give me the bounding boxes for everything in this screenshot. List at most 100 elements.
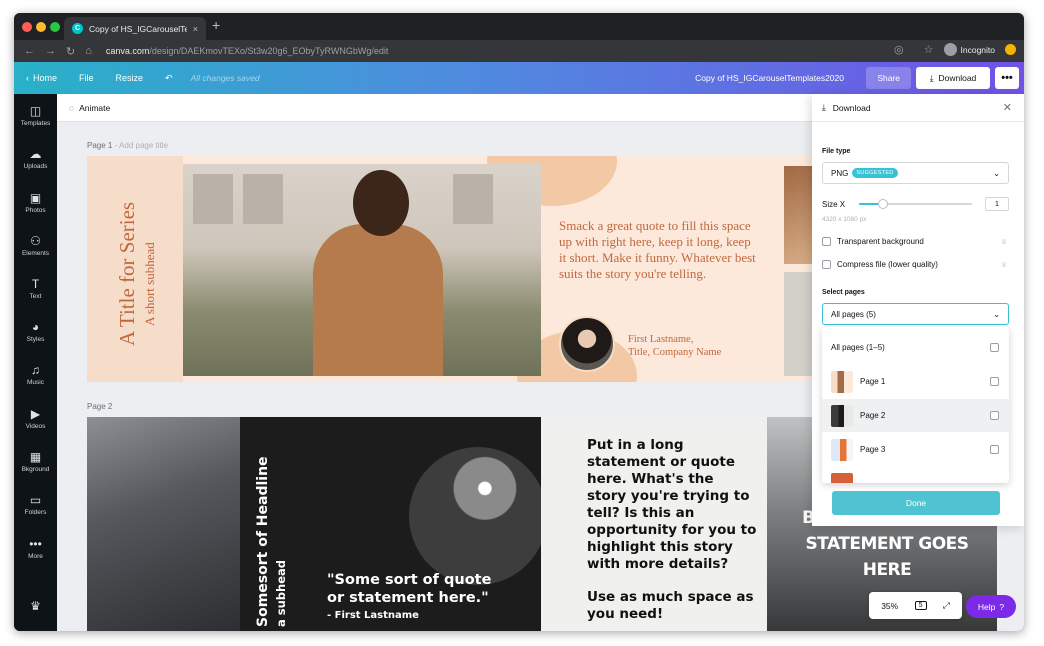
page-2-vertical-title-block[interactable]: Somesort of Headline a subhead xyxy=(255,456,288,627)
sidebar-item-label: Folders xyxy=(24,509,47,516)
add-page-title-input[interactable]: - Add page title xyxy=(115,141,168,150)
undo-icon[interactable]: ↶ xyxy=(165,73,173,84)
close-icon[interactable]: ✕ xyxy=(1003,101,1012,114)
compress-file-option[interactable]: Compress file (lower quality) ♛ xyxy=(822,260,1009,269)
sidebar-item-styles[interactable]: ◕ Styles xyxy=(14,320,57,343)
upload-cloud-icon: ☁ xyxy=(29,147,42,161)
star-icon[interactable]: ☆ xyxy=(924,43,934,56)
compress-file-label: Compress file (lower quality) xyxy=(837,260,938,269)
music-icon: ♫ xyxy=(31,363,40,377)
page-2-circle-photo[interactable] xyxy=(409,447,547,585)
resize-button[interactable]: Resize xyxy=(116,73,144,83)
sidebar-item-label: Music xyxy=(27,379,44,386)
back-arrow-icon[interactable]: ← xyxy=(24,45,35,57)
crown-icon[interactable]: ♛ xyxy=(14,599,57,615)
sidebar-item-label: Bkground xyxy=(21,466,50,473)
templates-icon: ◫ xyxy=(29,104,42,118)
pages-option-all[interactable]: All pages (1–5) xyxy=(822,331,1009,364)
sidebar-item-label: Uploads xyxy=(23,163,48,170)
page-1-quote[interactable]: Smack a great quote to fill this space u… xyxy=(559,218,759,282)
done-button[interactable]: Done xyxy=(832,491,1000,515)
page-grid-icon[interactable]: 5 xyxy=(914,601,927,610)
fullscreen-icon[interactable]: ⤢ xyxy=(943,600,950,611)
page-1-thumbnail xyxy=(831,370,853,393)
sidebar-item-label: Text xyxy=(29,293,42,300)
file-type-label: File type xyxy=(822,148,851,155)
palette-icon: ◕ xyxy=(31,320,40,334)
left-sidebar: ◫ Templates ☁ Uploads ▣ Photos ⚇ Elements TT… xyxy=(14,94,57,631)
option-label: Page 1 xyxy=(860,377,886,386)
document-title[interactable]: Copy of HS_IGCarouselTemplates2020 xyxy=(695,73,844,83)
sidebar-item-elements[interactable]: ⚇ Elements xyxy=(14,234,57,257)
download-button[interactable]: ⤓ Download xyxy=(916,67,990,89)
file-menu-button[interactable]: File xyxy=(79,73,94,83)
reload-icon[interactable]: ↻ xyxy=(66,45,75,58)
new-tab-icon[interactable]: + xyxy=(212,17,220,33)
browser-tab[interactable]: C Copy of HS_IGCarouselTemplat × xyxy=(64,17,206,40)
pages-dropdown-list: All pages (1–5) Page 1 Page 2 Page 3 xyxy=(822,327,1009,483)
download-panel-title: Download xyxy=(832,102,871,113)
page-2-long-statement[interactable]: Put in a long statement or quote here. W… xyxy=(587,437,757,573)
sidebar-item-templates[interactable]: ◫ Templates xyxy=(14,104,57,127)
share-button[interactable]: Share xyxy=(866,67,911,89)
sidebar-item-label: Videos xyxy=(25,423,46,430)
quote-author: - First Lastname xyxy=(327,610,419,621)
sidebar-item-background[interactable]: ▦ Bkground xyxy=(14,450,57,473)
option-checkbox[interactable] xyxy=(990,343,999,352)
pages-option-partial[interactable] xyxy=(822,467,1009,483)
option-label: All pages (1–5) xyxy=(831,343,885,352)
zoom-level[interactable]: 35% xyxy=(881,601,898,611)
home-icon[interactable]: ⌂ xyxy=(85,45,92,57)
big-statement-line: STATEMENT GOES HERE xyxy=(805,534,969,580)
building-window xyxy=(453,174,493,224)
eye-off-icon[interactable]: ◎ xyxy=(894,43,904,56)
sidebar-item-videos[interactable]: ▶ Videos xyxy=(14,407,57,430)
option-checkbox[interactable] xyxy=(990,377,999,386)
extension-icon[interactable] xyxy=(1005,44,1016,55)
more-options-button[interactable]: ••• xyxy=(995,67,1019,89)
building-window xyxy=(243,174,283,224)
forward-arrow-icon[interactable]: → xyxy=(45,45,56,57)
home-button[interactable]: ‹ Home xyxy=(26,73,57,83)
page-1-attribution[interactable]: First Lastname, Title, Company Name xyxy=(628,333,721,359)
tab-close-icon[interactable]: × xyxy=(193,24,198,34)
page-1-avatar[interactable] xyxy=(559,316,615,372)
pages-option-page-1[interactable]: Page 1 xyxy=(822,365,1009,398)
download-icon: ⤓ xyxy=(822,102,826,112)
page-1-title-block[interactable]: A Title for Series A short subhead xyxy=(115,156,158,346)
page-2-quote[interactable]: "Some sort of quote or statement here." … xyxy=(327,571,491,625)
compress-file-checkbox[interactable] xyxy=(822,260,831,269)
pages-option-page-2[interactable]: Page 2 xyxy=(822,399,1009,432)
window-maximize-button[interactable] xyxy=(50,22,60,32)
page-2-vertical-subhead: a subhead xyxy=(274,559,288,627)
sidebar-item-folders[interactable]: ▭ Folders xyxy=(14,493,57,516)
address-bar-actions: ◎ ☆ Incognito xyxy=(884,43,1016,56)
sidebar-item-music[interactable]: ♫ Music xyxy=(14,363,57,386)
transparent-background-option[interactable]: Transparent background ♛ xyxy=(822,237,1009,246)
window-minimize-button[interactable] xyxy=(36,22,46,32)
transparent-background-checkbox[interactable] xyxy=(822,237,831,246)
option-checkbox[interactable] xyxy=(990,445,999,454)
select-pages-dropdown[interactable]: All pages (5) ⌄ xyxy=(822,303,1009,325)
window-close-button[interactable] xyxy=(22,22,32,32)
design-page-1[interactable]: A Title for Series A short subhead Smack… xyxy=(87,156,827,382)
sidebar-item-uploads[interactable]: ☁ Uploads xyxy=(14,147,57,170)
quote-line: "Some sort of quote xyxy=(327,572,492,588)
sidebar-item-more[interactable]: ••• More xyxy=(14,537,57,560)
size-input[interactable]: 1 xyxy=(985,197,1009,211)
page-2-secondary-statement[interactable]: Use as much space as you need! xyxy=(587,589,757,623)
animate-button[interactable]: Animate xyxy=(79,103,110,113)
person-figure xyxy=(313,224,443,376)
page-2-motorcycle-photo[interactable] xyxy=(87,417,240,631)
editor-top-bar: ‹ Home File Resize ↶ All changes saved Co… xyxy=(14,62,1024,94)
sidebar-item-text[interactable]: T Text xyxy=(14,277,57,300)
pages-option-page-3[interactable]: Page 3 xyxy=(822,433,1009,466)
file-type-select[interactable]: PNG SUGGESTED ⌄ xyxy=(822,162,1009,184)
option-checkbox[interactable] xyxy=(990,411,999,420)
size-slider-handle[interactable] xyxy=(878,199,888,209)
sidebar-item-photos[interactable]: ▣ Photos xyxy=(14,191,57,214)
help-button[interactable]: Help ? xyxy=(966,595,1016,618)
incognito-indicator[interactable]: Incognito xyxy=(943,43,995,56)
url-field[interactable]: canva.com/design/DAEKmovTEXo/St3w20g6_EO… xyxy=(106,46,388,56)
page-1-photo[interactable] xyxy=(183,164,541,376)
